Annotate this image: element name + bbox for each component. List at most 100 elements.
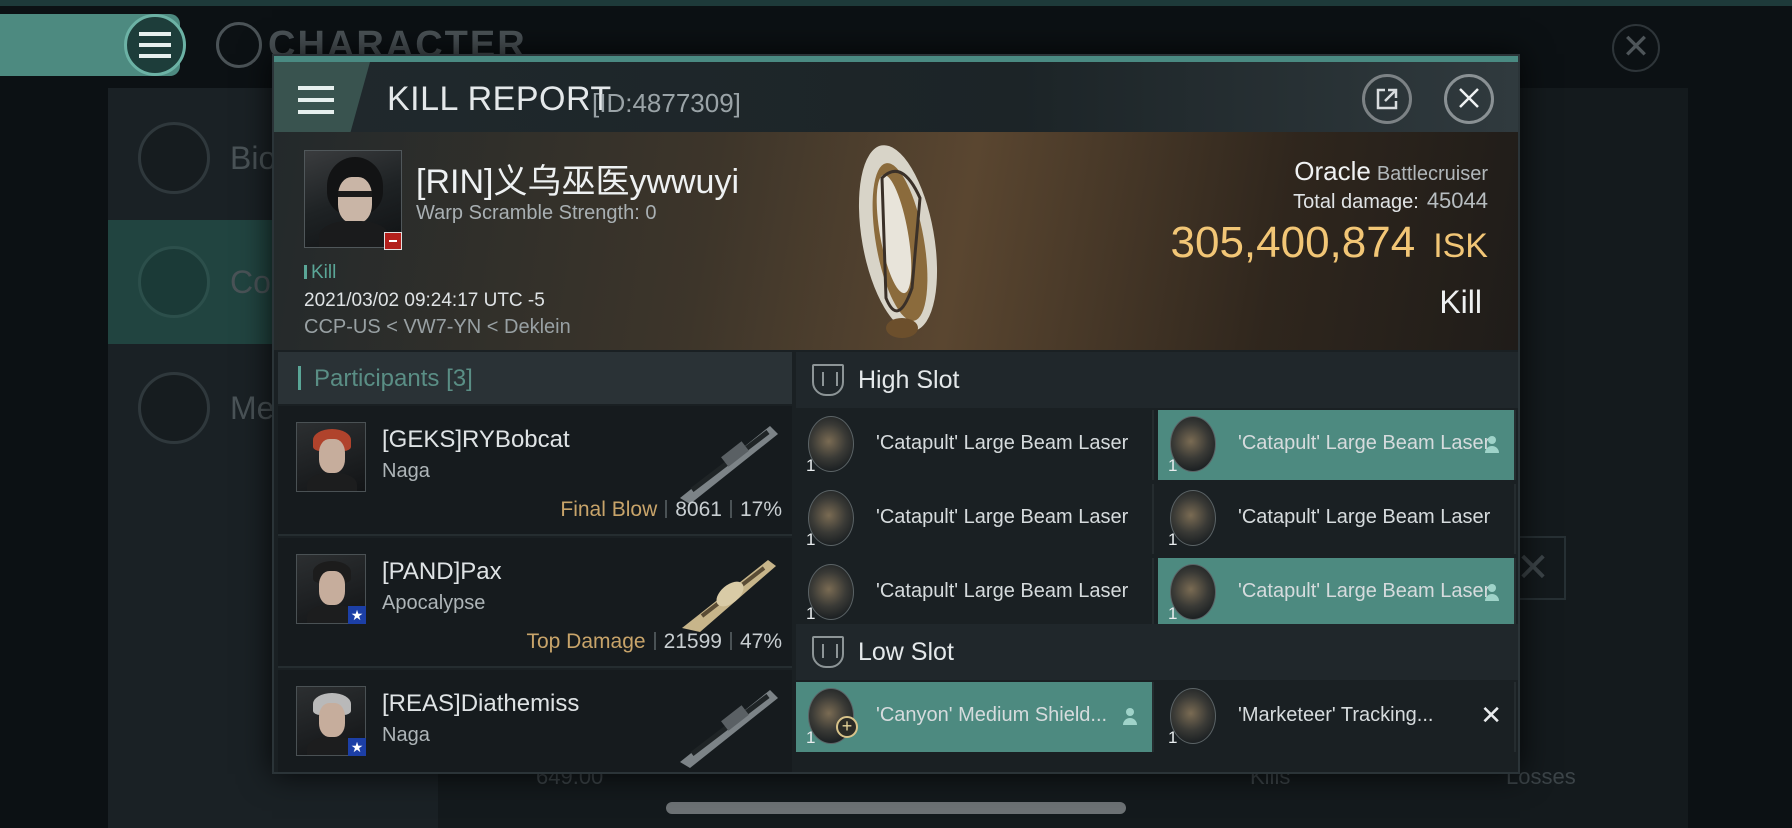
kill-location[interactable]: CCP-US < VW7-YN < Deklein: [304, 316, 571, 339]
dialog-title: KILL REPORT: [387, 80, 612, 118]
ship-class: Battlecruiser: [1376, 163, 1488, 185]
module-tile[interactable]: 1 'Catapult' Large Beam Laser: [796, 484, 1154, 554]
module-name: 'Catapult' Large Beam Laser: [876, 580, 1129, 602]
person-icon: [1484, 436, 1500, 454]
isk-value: 305,400,874: [1170, 218, 1416, 267]
participant-portrait[interactable]: [296, 422, 366, 492]
module-quantity: 1: [1168, 604, 1178, 623]
participant-ship: Naga: [382, 460, 430, 482]
module-quantity: 1: [1168, 456, 1178, 475]
low-slot-header: Low Slot: [796, 624, 1518, 680]
module-quantity: 1: [806, 728, 816, 747]
low-slot-icon: [812, 636, 844, 668]
corp-star-icon: ★: [348, 606, 366, 624]
sidebar-item-label: Co: [230, 264, 271, 300]
participant-name[interactable]: [REAS]Diathemiss: [382, 690, 579, 718]
kill-result: Kill: [1439, 284, 1482, 320]
module-tile[interactable]: 1 'Catapult' Large Beam Laser: [796, 410, 1154, 480]
kill-datetime: 2021/03/02 09:24:17 UTC -5: [304, 290, 545, 311]
module-name: 'Catapult' Large Beam Laser: [1238, 506, 1491, 528]
close-button[interactable]: [1444, 74, 1494, 124]
home-indicator: [666, 802, 1126, 814]
module-quantity: 1: [806, 604, 816, 623]
participant-ship: Apocalypse: [382, 592, 486, 614]
star-icon: [138, 372, 210, 444]
ship-name[interactable]: Oracle: [1294, 156, 1371, 186]
top-accent-line: [0, 0, 1792, 6]
destroyed-x-icon: ✕: [1480, 700, 1502, 730]
participant-row[interactable]: [GEKS]RYBobcat Naga Final Blow 8061 17%: [278, 406, 792, 536]
participants-label: Participants [3]: [314, 365, 473, 392]
module-name: 'Catapult' Large Beam Laser: [1238, 580, 1491, 602]
crossed-swords-icon: [138, 246, 210, 318]
participant-name[interactable]: [GEKS]RYBobcat: [382, 426, 570, 454]
module-tile[interactable]: 1 'Marketeer' Tracking... ✕: [1158, 682, 1516, 752]
dialog-menu-button[interactable]: [274, 62, 370, 138]
participant-damage: 8061: [675, 498, 722, 521]
total-damage-label: Total damage:: [1293, 191, 1419, 213]
total-damage-value: 45044: [1426, 188, 1488, 213]
laser-icon: [682, 560, 776, 632]
module-name: 'Catapult' Large Beam Laser: [876, 432, 1129, 454]
participant-damage: 21599: [663, 630, 722, 653]
module-tile[interactable]: 1 'Catapult' Large Beam Laser: [1158, 410, 1516, 480]
module-tile[interactable]: 1 'Catapult' Large Beam Laser: [1158, 558, 1516, 628]
participant-row[interactable]: ★ [REAS]Diathemiss Naga: [278, 670, 792, 772]
module-quantity: 1: [1168, 728, 1178, 747]
module-quantity: 1: [806, 456, 816, 475]
person-icon: [1484, 584, 1500, 602]
isk-unit: ISK: [1433, 227, 1488, 265]
participant-stats: Final Blow 8061 17%: [560, 498, 782, 522]
participants-header: Participants [3]: [278, 352, 792, 404]
railgun-icon: [680, 690, 778, 768]
high-slot-icon: [812, 364, 844, 396]
kill-report-dialog: KILL REPORT [ID:4877309] [RIN]义乌巫医ywwuyi…: [272, 54, 1520, 774]
high-slot-header: High Slot: [796, 352, 1518, 408]
corp-star-icon: ★: [348, 738, 366, 756]
module-tile[interactable]: 1 'Canyon' Medium Shield... +: [796, 682, 1154, 752]
module-tile[interactable]: 1 'Catapult' Large Beam Laser: [796, 558, 1154, 628]
person-icon: [1122, 708, 1138, 726]
module-name: 'Catapult' Large Beam Laser: [876, 506, 1129, 528]
sidebar-item-label: Me: [230, 390, 275, 426]
list-icon: [138, 122, 210, 194]
sidebar-item-label: Bio: [230, 140, 277, 176]
participant-name[interactable]: [PAND]Pax: [382, 558, 502, 586]
participant-role: Top Damage: [526, 630, 646, 653]
low-slot-label: Low Slot: [858, 638, 954, 666]
participant-stats: Top Damage 21599 47%: [526, 630, 782, 654]
share-button[interactable]: [1362, 74, 1412, 124]
participant-percent: 47%: [739, 630, 782, 653]
participant-role: Final Blow: [560, 498, 658, 521]
kill-tag: Kill: [304, 262, 336, 284]
character-icon: [216, 22, 262, 68]
character-close-button[interactable]: ✕: [1612, 24, 1660, 72]
module-name: 'Catapult' Large Beam Laser: [1238, 432, 1491, 454]
module-name: 'Marketeer' Tracking...: [1238, 704, 1434, 726]
high-slot-label: High Slot: [858, 366, 960, 394]
plus-icon: +: [836, 716, 858, 738]
isk-value-line: 305,400,874 ISK: [1171, 218, 1489, 268]
kill-id: [ID:4877309]: [592, 88, 741, 118]
railgun-icon: [680, 426, 778, 504]
ship-name-line: Oracle Battlecruiser: [1294, 156, 1488, 187]
external-link-icon: [1376, 88, 1398, 110]
module-quantity: 1: [806, 530, 816, 549]
participant-row[interactable]: ★ [PAND]Pax Apocalypse Top Damage 21599 47%: [278, 538, 792, 668]
main-menu-button[interactable]: [124, 14, 186, 76]
hamburger-icon: [298, 86, 334, 114]
module-name: 'Canyon' Medium Shield...: [876, 704, 1108, 726]
hamburger-icon: [139, 32, 171, 58]
module-quantity: 1: [1168, 530, 1178, 549]
participants-count: [3]: [446, 365, 473, 392]
victim-name[interactable]: [RIN]义乌巫医ywwuyi: [416, 154, 739, 203]
participant-ship: Naga: [382, 724, 430, 746]
total-damage-line: Total damage: 45044: [1293, 188, 1488, 214]
module-tile[interactable]: 1 'Catapult' Large Beam Laser: [1158, 484, 1516, 554]
ship-render-image[interactable]: [842, 138, 952, 348]
dialog-header: KILL REPORT [ID:4877309]: [274, 62, 1518, 138]
hostile-standing-icon: [384, 232, 402, 250]
warp-scramble-strength: Warp Scramble Strength: 0: [416, 202, 657, 224]
participant-percent: 17%: [739, 498, 782, 521]
close-icon: [1459, 88, 1479, 108]
